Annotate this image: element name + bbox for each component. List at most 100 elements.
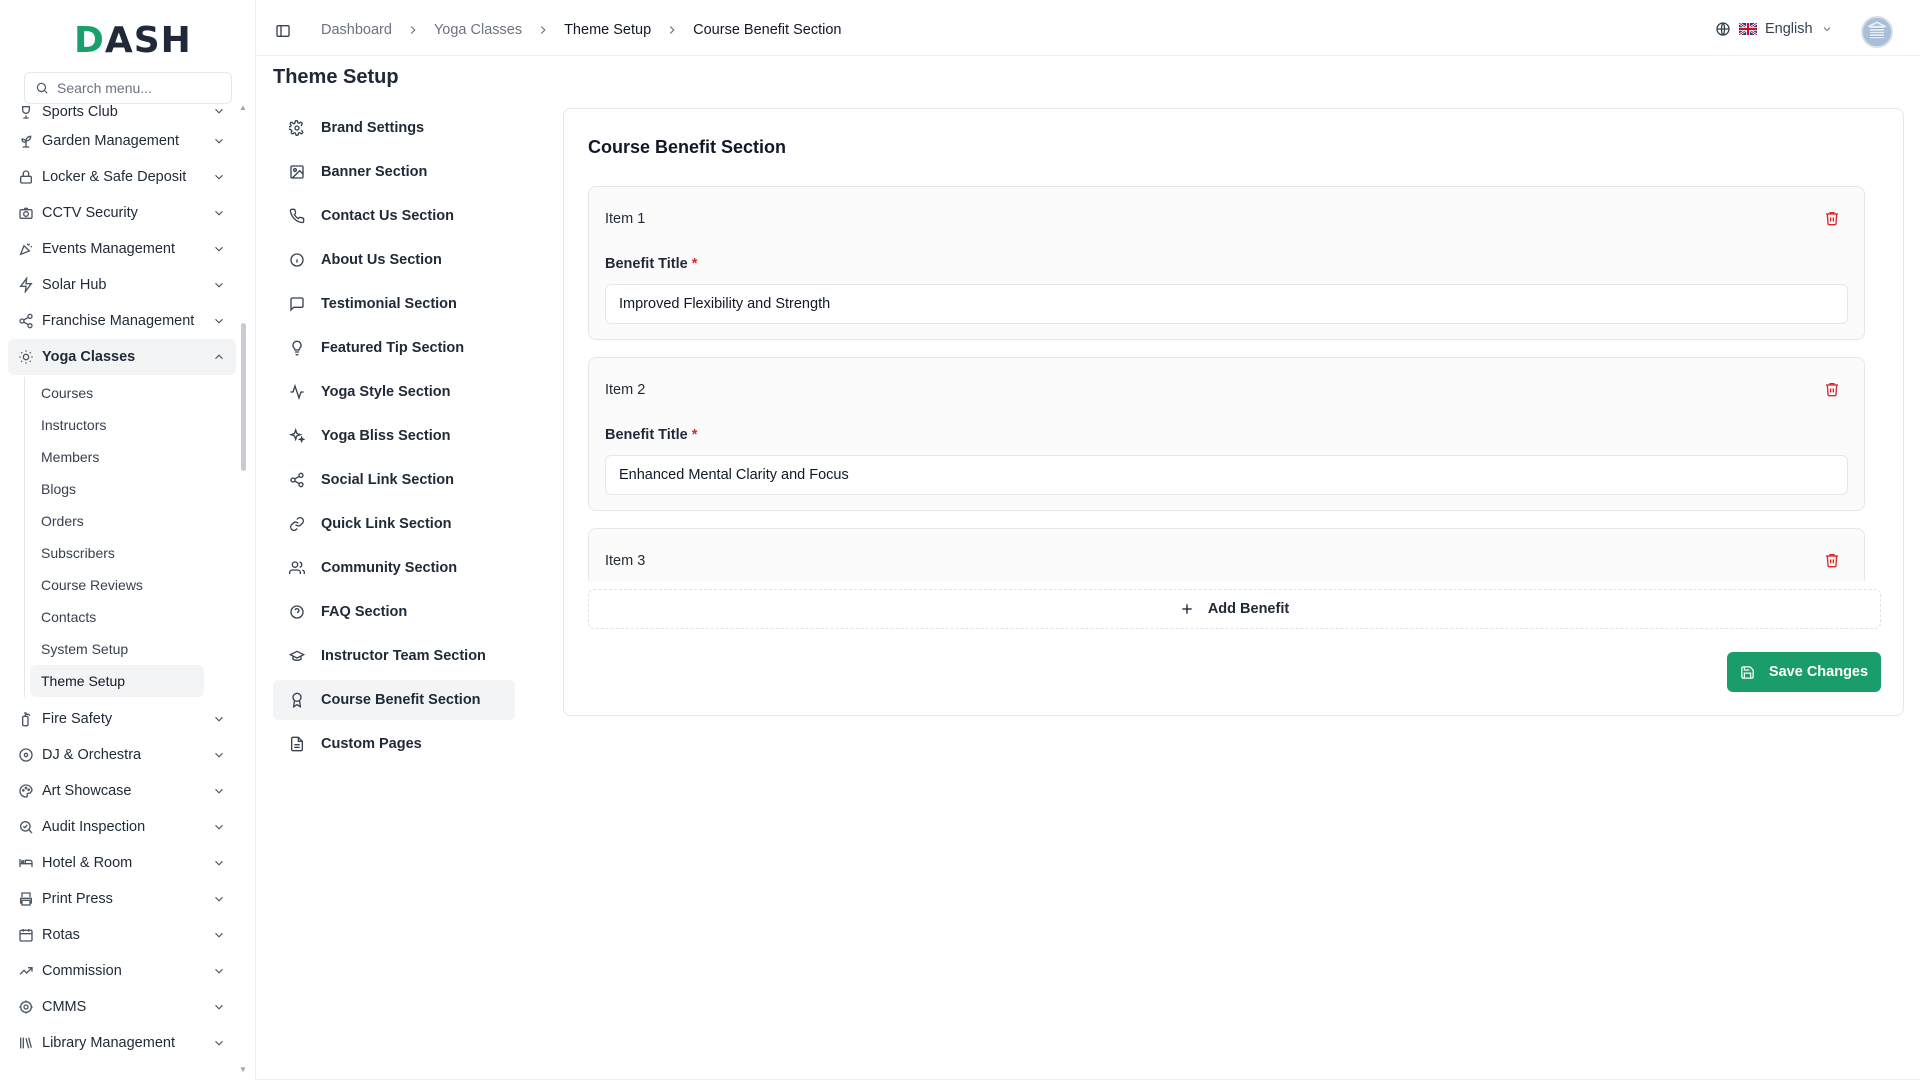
sidebar-item-solar-hub[interactable]: Solar Hub	[8, 267, 236, 303]
menu-community-section[interactable]: Community Section	[273, 548, 515, 588]
language-selector[interactable]: English	[1715, 21, 1833, 37]
menu-yoga-style-section[interactable]: Yoga Style Section	[273, 372, 515, 412]
trash-icon[interactable]	[1824, 210, 1840, 226]
sidebar-subitem-system-setup[interactable]: System Setup	[30, 633, 204, 665]
menu-label: Contact Us Section	[321, 208, 454, 224]
trash-icon[interactable]	[1824, 552, 1840, 568]
books-icon	[18, 1035, 34, 1051]
menu-about-us-section[interactable]: About Us Section	[273, 240, 515, 280]
sidebar-item-locker[interactable]: Locker & Safe Deposit	[8, 159, 236, 195]
search-input[interactable]	[57, 80, 217, 96]
sidebar-item-label: Sports Club	[42, 104, 118, 120]
sidebar-item-sports-club[interactable]: Sports Club	[8, 100, 236, 120]
scroll-up-arrow[interactable]: ▲	[239, 104, 247, 112]
sidebar-item-commission[interactable]: Commission	[8, 953, 236, 989]
sidebar-item-art-showcase[interactable]: Art Showcase	[8, 773, 236, 809]
sidebar-item-label: Franchise Management	[42, 313, 195, 329]
breadcrumb-dashboard[interactable]: Dashboard	[321, 22, 392, 38]
chevron-down-icon	[212, 784, 226, 798]
trash-icon[interactable]	[1824, 381, 1840, 397]
chevron-down-icon	[212, 712, 226, 726]
sidebar-item-hotel-room[interactable]: Hotel & Room	[8, 845, 236, 881]
uk-flag-icon	[1739, 23, 1757, 35]
item-label: Item 3	[605, 553, 646, 569]
menu-label: Quick Link Section	[321, 516, 452, 532]
benefit-item: Item 1 Benefit Title *	[588, 186, 1865, 340]
chevron-right-icon	[536, 23, 550, 37]
sidebar-subitem-courses[interactable]: Courses	[30, 377, 204, 409]
menu-custom-pages[interactable]: Custom Pages	[273, 724, 515, 764]
sidebar-item-franchise[interactable]: Franchise Management	[8, 303, 236, 339]
sidebar-item-rotas[interactable]: Rotas	[8, 917, 236, 953]
sidebar-subitem-orders[interactable]: Orders	[30, 505, 204, 537]
item-label: Item 2	[605, 382, 646, 398]
breadcrumb-yoga-classes[interactable]: Yoga Classes	[434, 22, 522, 38]
sidebar-toggle-icon[interactable]	[275, 23, 291, 39]
benefit-title-input[interactable]	[605, 284, 1848, 324]
save-changes-button[interactable]: Save Changes	[1727, 652, 1881, 692]
sidebar-subitem-theme-setup[interactable]: Theme Setup	[30, 665, 204, 697]
sidebar-subitem-members[interactable]: Members	[30, 441, 204, 473]
sidebar-item-yoga-classes[interactable]: Yoga Classes	[8, 339, 236, 375]
menu-faq-section[interactable]: FAQ Section	[273, 592, 515, 632]
save-changes-label: Save Changes	[1768, 664, 1869, 680]
menu-featured-tip-section[interactable]: Featured Tip Section	[273, 328, 515, 368]
sidebar-subitem-course-reviews[interactable]: Course Reviews	[30, 569, 204, 601]
sidebar-item-label: CMMS	[42, 999, 87, 1015]
sidebar-subitem-instructors[interactable]: Instructors	[30, 409, 204, 441]
menu-banner-section[interactable]: Banner Section	[273, 152, 515, 192]
file-text-icon	[289, 736, 305, 752]
sidebar-item-dj-orchestra[interactable]: DJ & Orchestra	[8, 737, 236, 773]
sidebar-subitem-blogs[interactable]: Blogs	[30, 473, 204, 505]
benefit-item: Item 3	[588, 528, 1865, 581]
benefit-title-label: Benefit Title *	[605, 256, 697, 272]
menu-course-benefit-section[interactable]: Course Benefit Section	[273, 680, 515, 720]
menu-social-link-section[interactable]: Social Link Section	[273, 460, 515, 500]
menu-yoga-bliss-section[interactable]: Yoga Bliss Section	[273, 416, 515, 456]
sidebar-item-garden-management[interactable]: Garden Management	[8, 123, 236, 159]
menu-label: Testimonial Section	[321, 296, 457, 312]
message-icon	[289, 296, 305, 312]
menu-label: Featured Tip Section	[321, 340, 465, 356]
sidebar-subitem-contacts[interactable]: Contacts	[30, 601, 204, 633]
chevron-down-icon	[212, 928, 226, 942]
sidebar-scrollbar[interactable]	[241, 323, 246, 471]
breadcrumb-theme-setup[interactable]: Theme Setup	[564, 22, 651, 38]
dash-logo[interactable]: DASH	[74, 18, 191, 62]
lock-icon	[18, 169, 34, 185]
benefit-item: Item 2 Benefit Title *	[588, 357, 1865, 511]
field-label-text: Benefit Title	[605, 256, 688, 272]
sidebar-item-label: Garden Management	[42, 133, 180, 149]
add-benefit-button[interactable]: Add Benefit	[588, 589, 1881, 629]
chevron-down-icon	[212, 278, 226, 292]
benefit-title-label: Benefit Title *	[605, 427, 697, 443]
sidebar-item-print-press[interactable]: Print Press	[8, 881, 236, 917]
menu-instructor-team-section[interactable]: Instructor Team Section	[273, 636, 515, 676]
image-icon	[289, 164, 305, 180]
trend-up-icon	[18, 963, 34, 979]
sidebar-item-cmms[interactable]: CMMS	[8, 989, 236, 1025]
sidebar-item-audit-inspection[interactable]: Audit Inspection	[8, 809, 236, 845]
sidebar-item-fire-safety[interactable]: Fire Safety	[8, 701, 236, 737]
menu-contact-us-section[interactable]: Contact Us Section	[273, 196, 515, 236]
chevron-right-icon	[665, 23, 679, 37]
trophy-icon	[18, 104, 34, 120]
share-icon	[18, 313, 34, 329]
scroll-down-arrow[interactable]: ▼	[239, 1066, 247, 1074]
sidebar-item-library[interactable]: Library Management	[8, 1025, 236, 1061]
sidebar-item-events[interactable]: Events Management	[8, 231, 236, 267]
sidebar-subitem-subscribers[interactable]: Subscribers	[30, 537, 204, 569]
disc-icon	[18, 747, 34, 763]
menu-testimonial-section[interactable]: Testimonial Section	[273, 284, 515, 324]
menu-brand-settings[interactable]: Brand Settings	[273, 108, 515, 148]
yoga-classes-submenu: Courses Instructors Members Blogs Orders…	[8, 377, 236, 697]
chevron-down-icon	[212, 104, 226, 118]
chevron-down-icon	[212, 820, 226, 834]
menu-label: Brand Settings	[321, 120, 425, 136]
menu-quick-link-section[interactable]: Quick Link Section	[273, 504, 515, 544]
benefit-title-input[interactable]	[605, 455, 1848, 495]
sidebar-item-label: Locker & Safe Deposit	[42, 169, 187, 185]
user-avatar[interactable]	[1861, 16, 1893, 48]
sidebar-item-cctv[interactable]: CCTV Security	[8, 195, 236, 231]
camera-icon	[18, 205, 34, 221]
